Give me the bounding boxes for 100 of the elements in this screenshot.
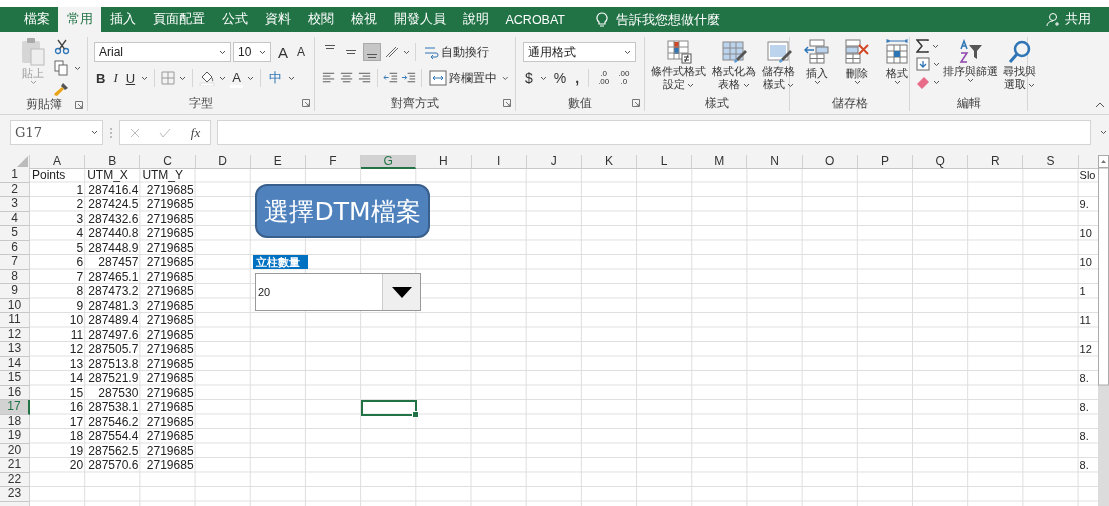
- column-header[interactable]: Q: [913, 155, 969, 169]
- column-header[interactable]: A: [30, 155, 86, 169]
- insert-button[interactable]: 插入: [802, 39, 832, 95]
- shrink-font-button[interactable]: A: [295, 44, 308, 60]
- format-as-table-button[interactable]: 格式化為 表格: [710, 39, 758, 95]
- ribbon-tab[interactable]: 公式: [213, 7, 256, 32]
- comma-button[interactable]: ,: [573, 69, 582, 87]
- format-button[interactable]: 格式: [882, 39, 912, 95]
- caret-icon[interactable]: [967, 78, 974, 83]
- ribbon-tab[interactable]: 檢視: [342, 7, 385, 32]
- caret-icon[interactable]: [933, 61, 940, 67]
- caret-icon[interactable]: [813, 80, 821, 85]
- row-header[interactable]: 21: [0, 458, 30, 473]
- format-painter-icon[interactable]: [54, 81, 70, 97]
- dropdown-arrow-icon[interactable]: [391, 286, 412, 298]
- caret-icon[interactable]: [893, 80, 901, 85]
- find-select-button[interactable]: 尋找與 選取: [1001, 39, 1038, 95]
- caret-icon[interactable]: [74, 65, 81, 71]
- formula-field[interactable]: [217, 120, 1091, 145]
- caret-icon[interactable]: [502, 75, 509, 81]
- caret-icon[interactable]: [932, 43, 939, 49]
- delete-button[interactable]: 刪除: [842, 39, 872, 95]
- column-header[interactable]: S: [1023, 155, 1079, 169]
- select-file-button[interactable]: 選擇DTM檔案: [255, 184, 430, 238]
- collapse-ribbon-icon[interactable]: [1095, 102, 1105, 108]
- tell-me-field[interactable]: 告訴我您想做什麼: [613, 11, 748, 28]
- bottom-align-button[interactable]: [363, 43, 381, 61]
- merge-center-button[interactable]: 跨欄置中: [427, 69, 500, 87]
- check-icon[interactable]: [159, 127, 172, 138]
- row-header[interactable]: 13: [0, 342, 30, 357]
- ribbon-tab[interactable]: 頁面配置: [144, 7, 213, 32]
- column-header[interactable]: L: [637, 155, 693, 169]
- dialog-launcher-icon[interactable]: [75, 100, 83, 109]
- row-header[interactable]: 15: [0, 371, 30, 386]
- caret-icon[interactable]: [624, 49, 631, 55]
- caret-icon[interactable]: [179, 75, 187, 81]
- share-button[interactable]: 共用: [1040, 7, 1097, 32]
- column-header[interactable]: O: [802, 155, 858, 169]
- underline-button[interactable]: U: [123, 69, 138, 87]
- count-dropdown[interactable]: 20: [255, 273, 421, 311]
- font-size-field[interactable]: 10: [233, 42, 271, 62]
- caret-icon[interactable]: [219, 75, 227, 81]
- cell-styles-button[interactable]: 儲存格 樣式: [760, 39, 797, 95]
- number-format-field[interactable]: 通用格式: [523, 42, 636, 62]
- row-header[interactable]: 5: [0, 226, 30, 241]
- ribbon-tab[interactable]: 資料: [256, 7, 299, 32]
- caret-icon[interactable]: [403, 49, 410, 55]
- ribbon-tab[interactable]: ACROBAT: [497, 7, 574, 32]
- caret-icon[interactable]: [141, 75, 149, 81]
- dialog-launcher-icon[interactable]: [503, 99, 511, 107]
- column-header[interactable]: F: [305, 155, 362, 169]
- ribbon-tab[interactable]: 開發人員: [385, 7, 454, 32]
- wrap-text-button[interactable]: 自動換行: [421, 43, 491, 61]
- conditional-formatting-button[interactable]: 條件式格式 設定: [649, 39, 708, 95]
- italic-button[interactable]: I: [111, 69, 120, 87]
- font-color-button[interactable]: A: [230, 68, 243, 88]
- ribbon-tab[interactable]: 校閱: [299, 7, 342, 32]
- ribbon-tab[interactable]: 插入: [101, 7, 144, 32]
- ribbon-tab[interactable]: 說明: [454, 7, 497, 32]
- column-header[interactable]: G: [361, 155, 417, 169]
- decrease-decimal-button[interactable]: .00 .0: [616, 69, 632, 87]
- fill-color-icon[interactable]: [199, 70, 216, 86]
- ribbon-tab[interactable]: 檔案: [15, 7, 58, 32]
- caret-icon[interactable]: [219, 49, 226, 55]
- percent-button[interactable]: %: [551, 69, 569, 87]
- caret-icon[interactable]: [787, 83, 795, 88]
- increase-decimal-button[interactable]: .0 .00: [596, 69, 612, 87]
- column-header[interactable]: M: [692, 155, 748, 169]
- copy-icon[interactable]: [54, 60, 69, 76]
- caret-icon[interactable]: [539, 75, 547, 81]
- bold-button[interactable]: B: [94, 69, 108, 87]
- row-header[interactable]: 3: [0, 197, 30, 212]
- row-header[interactable]: 11: [0, 313, 30, 328]
- column-header[interactable]: K: [581, 155, 638, 169]
- row-header[interactable]: 19: [0, 429, 30, 444]
- orientation-icon[interactable]: [384, 45, 400, 59]
- dialog-launcher-icon[interactable]: [632, 99, 640, 107]
- row-header[interactable]: 23: [0, 487, 30, 502]
- column-header[interactable]: B: [85, 155, 141, 169]
- fill-down-icon[interactable]: [916, 57, 930, 71]
- caret-icon[interactable]: [287, 75, 295, 81]
- grow-font-button[interactable]: A: [276, 42, 290, 62]
- cut-icon[interactable]: [54, 39, 70, 55]
- caret-icon[interactable]: [1028, 83, 1036, 88]
- caret-icon[interactable]: [259, 49, 266, 55]
- row-header[interactable]: 7: [0, 255, 30, 270]
- currency-button[interactable]: $: [523, 69, 535, 87]
- caret-icon[interactable]: [687, 83, 695, 88]
- dialog-launcher-icon[interactable]: [302, 99, 310, 107]
- column-header[interactable]: E: [250, 155, 306, 169]
- caret-icon[interactable]: [742, 83, 750, 88]
- row-header[interactable]: 17: [0, 400, 30, 415]
- column-header[interactable]: J: [526, 155, 582, 169]
- caret-icon[interactable]: [933, 79, 940, 85]
- caret-icon[interactable]: [91, 130, 98, 135]
- column-header[interactable]: C: [140, 155, 196, 169]
- caret-icon[interactable]: [1099, 130, 1107, 135]
- caret-icon[interactable]: [853, 80, 861, 85]
- column-header[interactable]: I: [471, 155, 527, 169]
- font-name-field[interactable]: Arial: [94, 42, 231, 62]
